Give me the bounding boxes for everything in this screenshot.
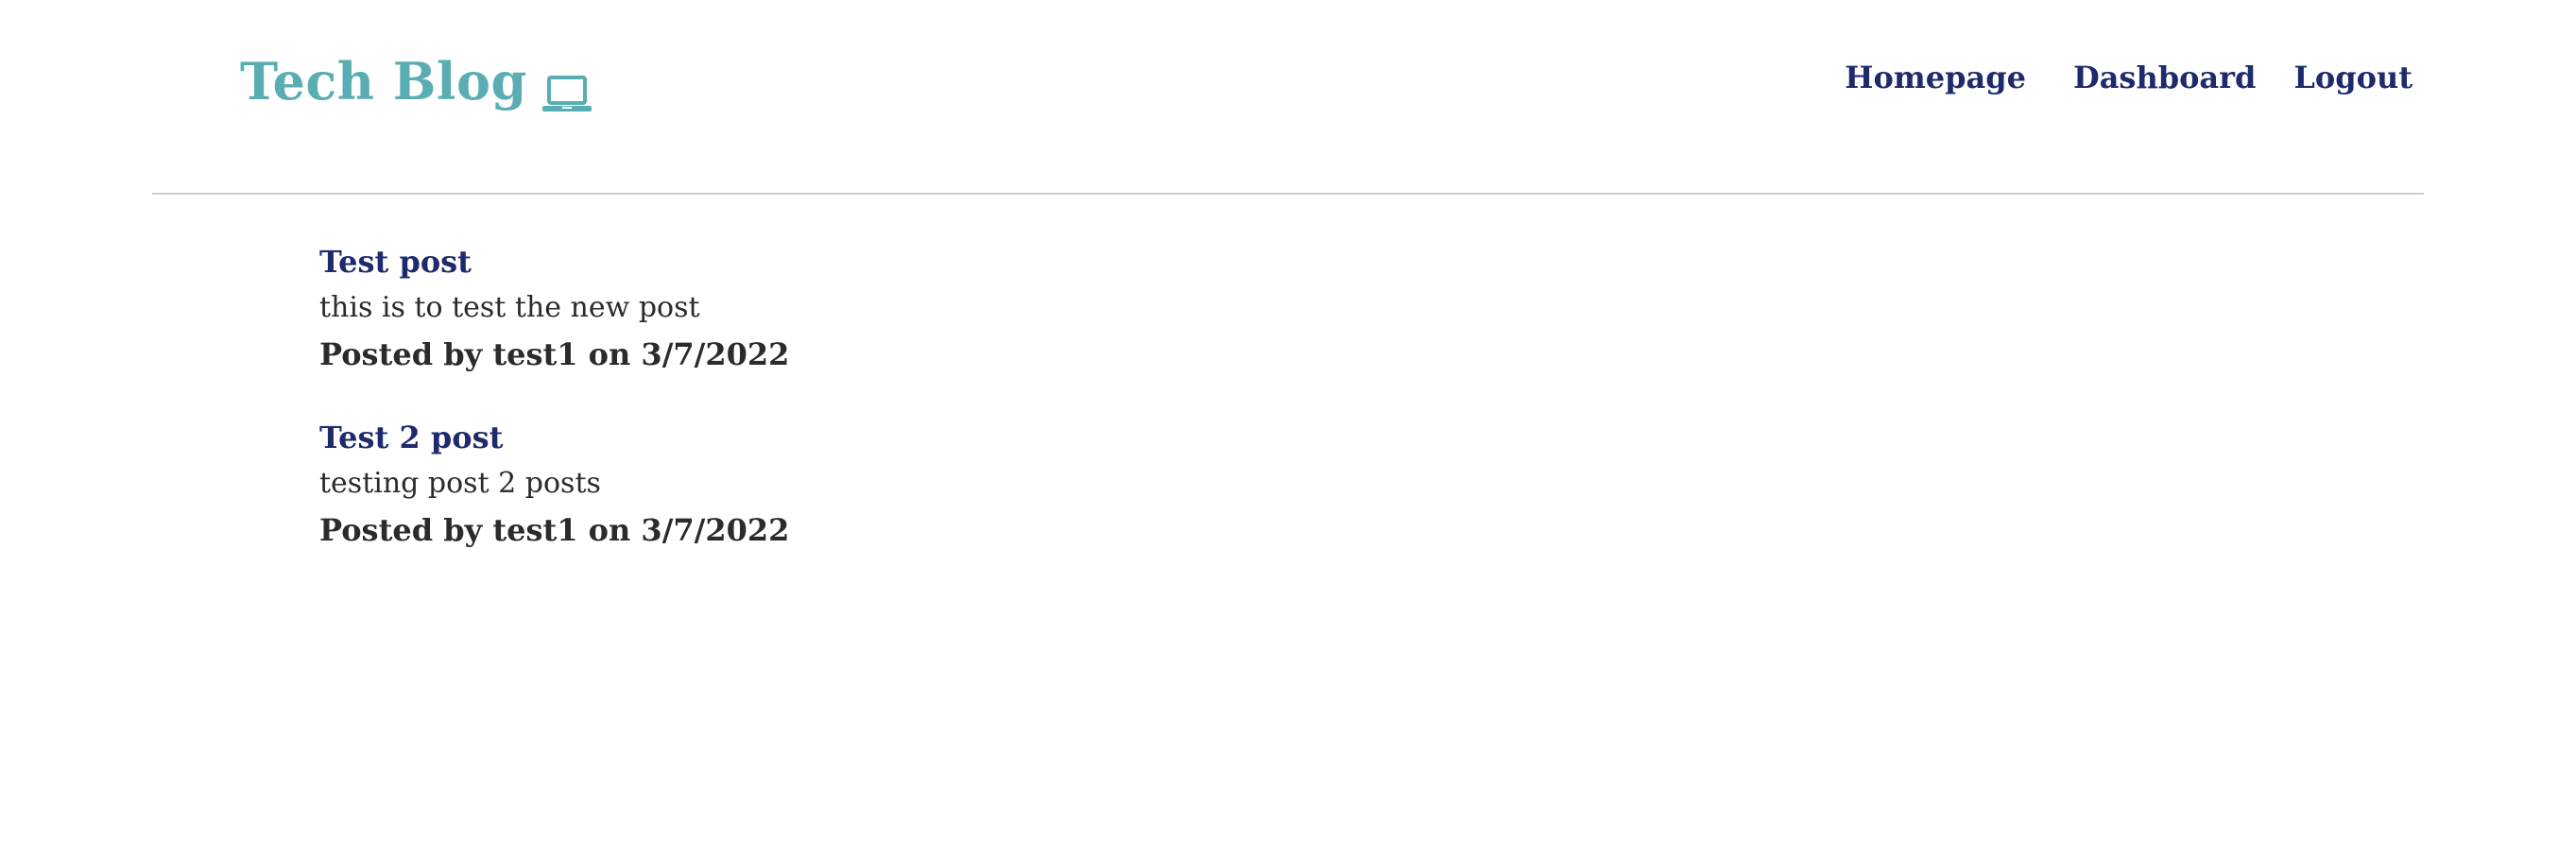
post-body: this is to test the new post xyxy=(319,291,700,324)
post-item: Test post this is to test the new post P… xyxy=(319,238,1831,378)
post-body: testing post 2 posts xyxy=(319,467,601,500)
site-title: Tech Blog xyxy=(240,51,527,112)
nav-dashboard-link[interactable]: Dashboard xyxy=(2073,53,2256,102)
nav-homepage-link[interactable]: Homepage xyxy=(1845,53,2026,102)
site-brand[interactable]: Tech Blog xyxy=(240,43,592,119)
post-title-link[interactable]: Test post xyxy=(319,238,472,285)
post-title-link[interactable]: Test 2 post xyxy=(319,414,503,461)
laptop-icon xyxy=(541,58,592,112)
site-header: Tech Blog Homepage Dashboard Logout xyxy=(0,0,2576,161)
post-meta: Posted by test1 on 3/7/2022 xyxy=(319,512,790,548)
post-meta: Posted by test1 on 3/7/2022 xyxy=(319,336,790,372)
post-item: Test 2 post testing post 2 posts Posted … xyxy=(319,414,1831,554)
nav-logout-link[interactable]: Logout xyxy=(2293,53,2413,102)
post-list: Test post this is to test the new post P… xyxy=(319,238,1831,590)
main-nav: Homepage Dashboard Logout xyxy=(1845,53,2413,102)
header-divider xyxy=(152,193,2424,195)
